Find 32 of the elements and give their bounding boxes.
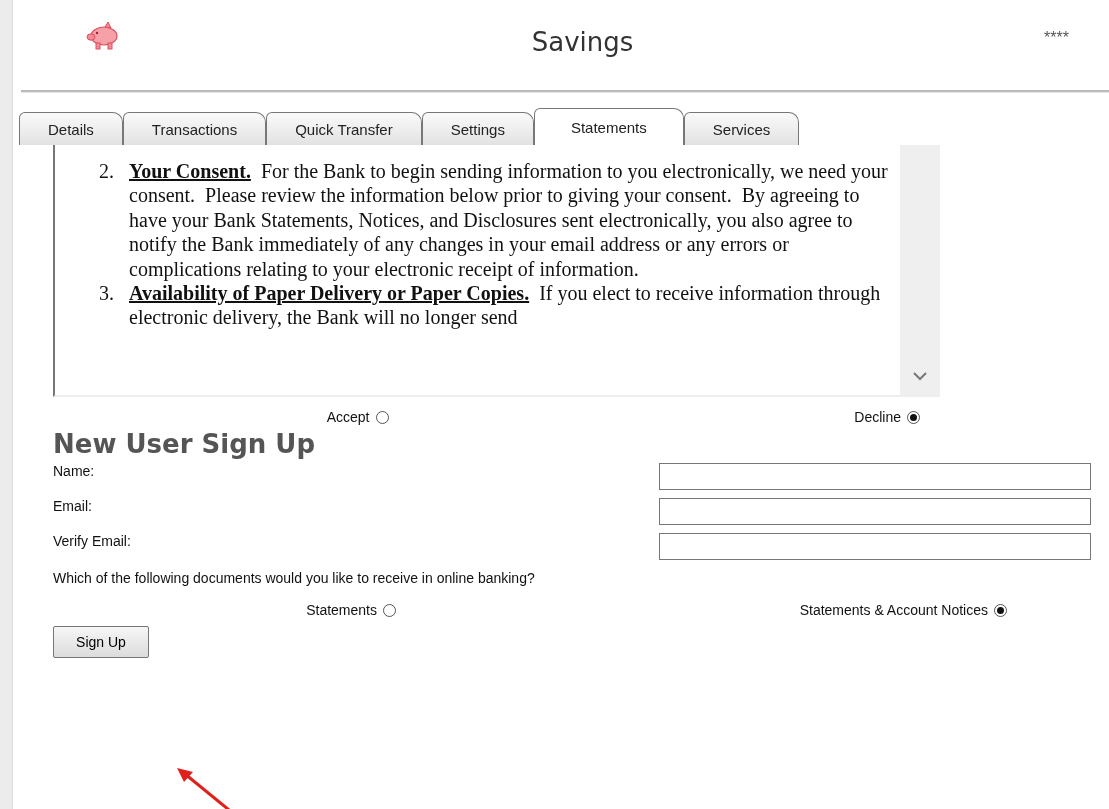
list-number: 2. [99, 159, 115, 184]
field-label: Verify Email: [53, 533, 132, 549]
input-field[interactable] [659, 498, 1091, 525]
section-heading: New User Sign Up [53, 429, 317, 459]
tab[interactable]: Transactions [122, 112, 267, 145]
option-label: Statements [306, 602, 377, 618]
option-label: Accept [326, 409, 370, 425]
agreement-paragraph: Availability of Paper Delivery or Paper Copies. If you elect to receive information through electronic delivery, the Bank will no longer send [129, 281, 882, 330]
radio-button[interactable] [994, 603, 1007, 617]
radio-button[interactable] [375, 410, 389, 424]
option-label: Decline [854, 409, 901, 425]
field-label: Name: [53, 463, 96, 479]
agreement-paragraph: Your Consent. For the Bank to begin sending information to you electronically, we need your consent. Please review the information below prior to giving your consent. By agreeing to have your Bank Statements, Notices, and Disclosures sent electronically, you also agree to notify the Bank immediately of any changes in your email address or any errors or complications relating to your electronic receipt of information. [129, 159, 889, 282]
question-text: Which of the following documents would you like to receive in online banking? [53, 570, 536, 586]
chevron-down-icon[interactable] [912, 371, 928, 381]
list-number: 3. [99, 281, 115, 307]
option-label: Statements & Account Notices [799, 602, 988, 618]
account-number: **** [1044, 29, 1069, 47]
radio-button[interactable] [907, 410, 920, 424]
tab[interactable]: Quick Transfer [266, 112, 422, 145]
input-field[interactable] [659, 463, 1091, 490]
tab[interactable]: Details [19, 112, 123, 145]
scrollbar[interactable] [900, 145, 940, 395]
field-label: Email: [53, 498, 93, 514]
input-field[interactable] [659, 533, 1091, 560]
piggy-bank-icon [85, 21, 121, 51]
page-title: Savings [530, 27, 635, 57]
radio-button[interactable] [383, 603, 396, 617]
tab[interactable]: Services [683, 112, 800, 145]
sign-up-button[interactable]: Sign Up [53, 626, 149, 658]
tab[interactable]: Statements [533, 108, 684, 145]
tab[interactable]: Settings [421, 112, 534, 145]
